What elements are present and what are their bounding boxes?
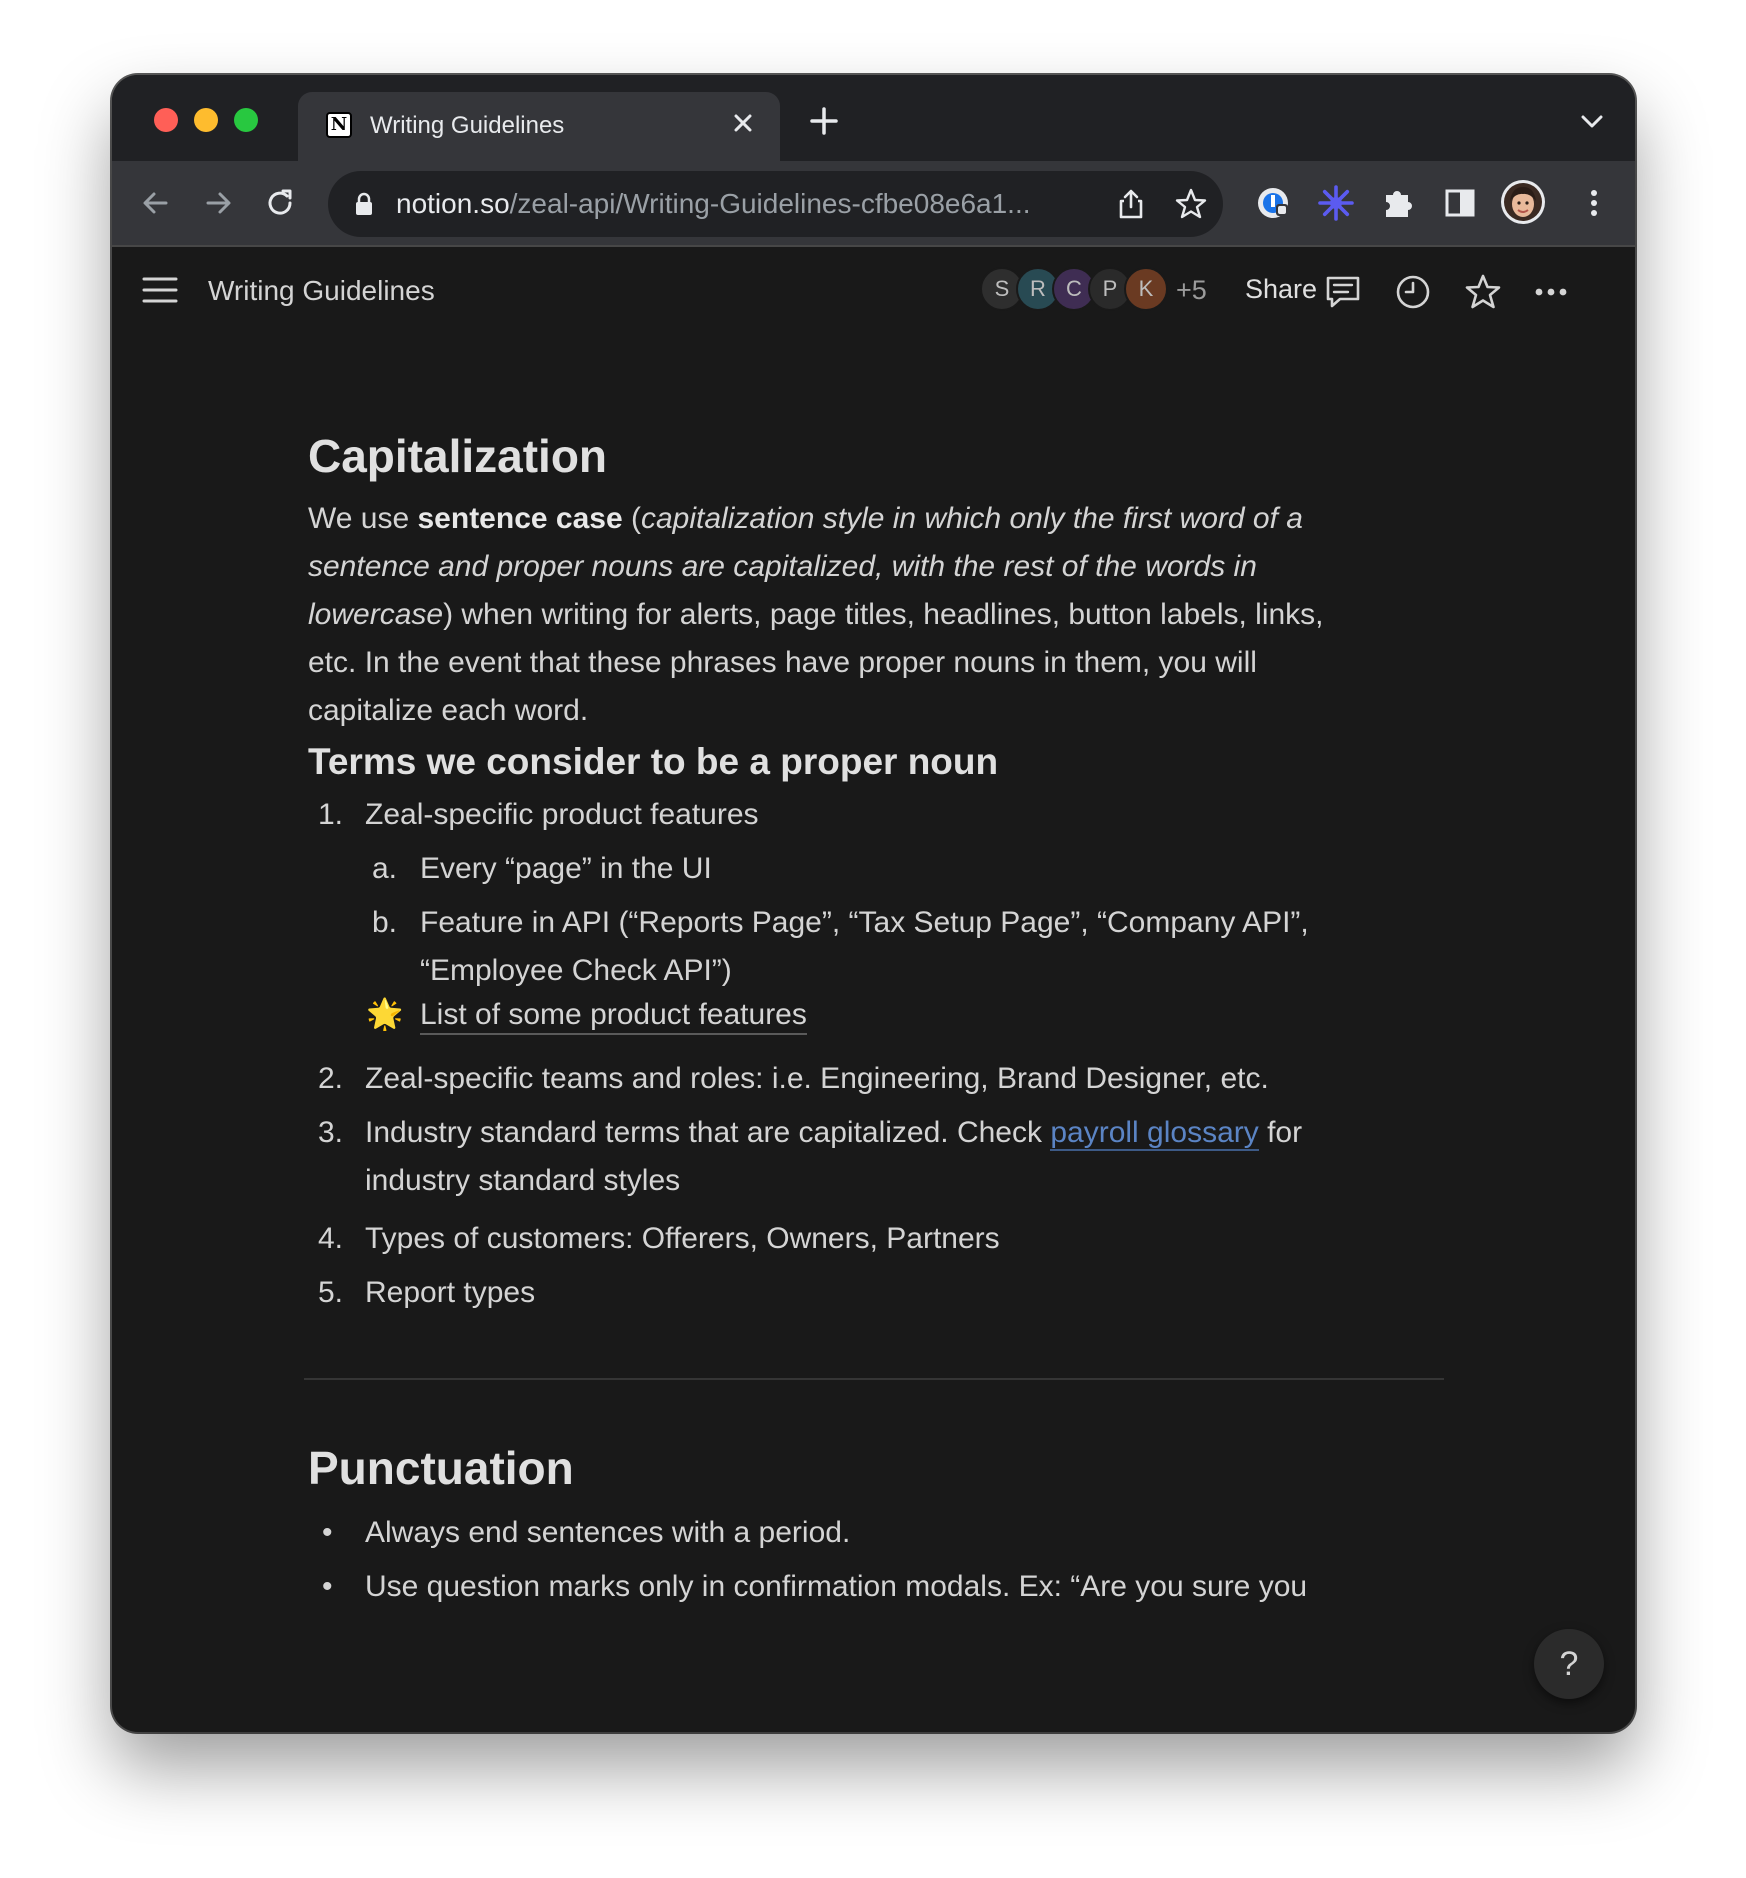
new-tab-icon[interactable] <box>804 101 844 141</box>
list-item[interactable]: Use question marks only in confirmation … <box>365 1563 1307 1611</box>
address-bar[interactable]: notion.so/zeal-api/Writing-Guidelines-cf… <box>328 171 1223 237</box>
forward-arrow-icon[interactable] <box>198 183 238 223</box>
italic-text: capitalization style in which only the f… <box>640 502 1303 535</box>
list-item[interactable]: Always end sentences with a period. <box>365 1509 850 1557</box>
more-collaborators-count[interactable]: +5 <box>1176 275 1207 306</box>
browser-window: N Writing Guidelines notion.so/zeal-api/… <box>112 75 1635 1732</box>
side-panel-icon[interactable] <box>1440 183 1480 223</box>
text: ) when writing for alerts, page titles, … <box>443 598 1324 631</box>
tab-title: Writing Guidelines <box>370 112 565 139</box>
clock-history-icon[interactable] <box>1394 273 1432 311</box>
list-marker: b. <box>372 906 398 939</box>
text: for <box>1258 1116 1303 1149</box>
share-button[interactable]: Share <box>1245 274 1317 305</box>
collaborator-avatars[interactable]: S R C P K <box>980 267 1190 315</box>
lock-icon[interactable] <box>354 192 374 216</box>
italic-text: lowercase <box>308 598 444 631</box>
heading-punctuation[interactable]: Punctuation <box>308 1441 574 1495</box>
list-item[interactable]: Types of customers: Offerers, Owners, Pa… <box>365 1215 1000 1263</box>
text: capitalize each word. <box>308 694 589 727</box>
browser-toolbar: notion.so/zeal-api/Writing-Guidelines-cf… <box>112 161 1635 247</box>
tab-strip: N Writing Guidelines <box>112 75 1635 161</box>
back-arrow-icon[interactable] <box>136 183 176 223</box>
profile-avatar[interactable] <box>1500 179 1546 225</box>
page-link-emoji-icon: 🌟 <box>366 998 404 1031</box>
list-marker: 5. <box>318 1276 344 1309</box>
minimize-window-button[interactable] <box>194 108 218 132</box>
help-button[interactable]: ? <box>1534 1629 1604 1699</box>
list-item[interactable]: Industry standard terms that are capital… <box>365 1109 1302 1205</box>
list-marker: 3. <box>318 1116 344 1149</box>
menu-icon[interactable] <box>142 275 178 305</box>
puzzle-extensions-icon[interactable] <box>1378 183 1418 223</box>
heading-proper-nouns[interactable]: Terms we consider to be a proper noun <box>308 741 998 783</box>
text: etc. In the event that these phrases hav… <box>308 646 1257 679</box>
text: Feature in API (“Reports Page”, “Tax Set… <box>420 906 1309 939</box>
avatar[interactable]: K <box>1124 267 1168 311</box>
browser-tab[interactable]: N Writing Guidelines <box>298 92 780 161</box>
heading-capitalization[interactable]: Capitalization <box>308 429 607 483</box>
more-options-icon[interactable] <box>1532 273 1570 311</box>
page-link-label[interactable]: List of some product features <box>420 998 807 1035</box>
payroll-glossary-link[interactable]: payroll glossary <box>1050 1116 1259 1151</box>
text: Industry standard terms that are capital… <box>365 1116 1051 1149</box>
maximize-window-button[interactable] <box>234 108 258 132</box>
comments-icon[interactable] <box>1324 273 1362 311</box>
bullet-icon: • <box>322 1570 333 1603</box>
list-item[interactable]: Every “page” in the UI <box>420 845 712 893</box>
bold-text: sentence case <box>417 502 623 535</box>
capitalization-paragraph[interactable]: We use sentence case (capitalization sty… <box>308 495 1448 735</box>
divider <box>304 1378 1444 1380</box>
italic-text: sentence and proper nouns are capitalize… <box>308 550 1257 583</box>
text: We use <box>308 502 418 535</box>
page-content: Capitalization We use sentence case (cap… <box>112 337 1635 1732</box>
sparkle-extension-icon[interactable] <box>1316 183 1356 223</box>
password-manager-extension-icon[interactable] <box>1254 183 1294 223</box>
list-item[interactable]: Feature in API (“Reports Page”, “Tax Set… <box>420 899 1309 995</box>
page-breadcrumb-title[interactable]: Writing Guidelines <box>208 275 435 307</box>
share-page-icon[interactable] <box>1114 187 1148 221</box>
list-item[interactable]: Zeal-specific teams and roles: i.e. Engi… <box>365 1055 1269 1103</box>
list-item[interactable]: Report types <box>365 1269 535 1317</box>
text: industry standard styles <box>365 1164 681 1197</box>
bookmark-star-icon[interactable] <box>1174 187 1208 221</box>
close-window-button[interactable] <box>154 108 178 132</box>
tab-close-icon[interactable] <box>728 108 758 138</box>
list-marker: 4. <box>318 1222 344 1255</box>
favorite-star-icon[interactable] <box>1464 273 1502 311</box>
reload-icon[interactable] <box>260 183 300 223</box>
page-link-product-features[interactable]: List of some product features <box>420 991 807 1039</box>
url-text[interactable]: notion.so/zeal-api/Writing-Guidelines-cf… <box>396 188 1096 220</box>
notion-topbar: Writing Guidelines S R C P K +5 Share <box>112 247 1635 337</box>
kebab-menu-icon[interactable] <box>1574 183 1614 223</box>
text: ( <box>622 502 641 535</box>
notion-favicon-icon: N <box>326 112 352 138</box>
list-item[interactable]: Zeal-specific product features <box>365 791 759 839</box>
list-marker: 2. <box>318 1062 344 1095</box>
chevron-down-icon[interactable] <box>1578 109 1606 133</box>
text: “Employee Check API”) <box>420 954 732 987</box>
bullet-icon: • <box>322 1516 333 1549</box>
list-marker: 1. <box>318 798 344 831</box>
list-marker: a. <box>372 852 398 885</box>
